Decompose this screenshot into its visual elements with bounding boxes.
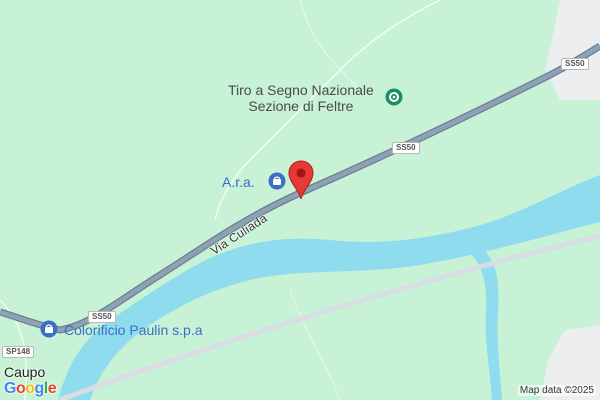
logo-letter: o: [15, 380, 26, 397]
map-attribution[interactable]: Map data ©2025: [517, 385, 596, 396]
logo-letter: e: [47, 380, 57, 397]
logo-letter: o: [25, 380, 35, 397]
poi-tiro-a-segno-label[interactable]: Tiro a Segno Nazionale Sezione di Feltre: [228, 82, 374, 114]
map-canvas[interactable]: Tiro a Segno Nazionale Sezione di Feltre…: [0, 0, 600, 400]
road-shield-ss50: SS50: [561, 58, 589, 70]
poi-tiro-a-segno-line2: Sezione di Feltre: [248, 98, 354, 114]
poi-ara-label[interactable]: A.r.a.: [222, 174, 255, 190]
location-pin-icon[interactable]: [287, 160, 315, 205]
poi-tiro-a-segno-line1: Tiro a Segno Nazionale: [228, 82, 374, 98]
shopping-bag-icon[interactable]: [40, 320, 58, 343]
shopping-bag-icon[interactable]: [268, 172, 286, 195]
google-logo[interactable]: Google: [4, 380, 57, 398]
recreation-icon[interactable]: [385, 88, 403, 111]
road-shield-sp148: SP148: [2, 346, 35, 358]
town-label-caupo[interactable]: Caupo: [4, 364, 45, 380]
logo-letter: G: [4, 380, 16, 397]
poi-colorificio-label[interactable]: Colorificio Paulin s.p.a: [64, 322, 203, 338]
road-shield-ss50: SS50: [392, 142, 420, 154]
logo-letter: g: [34, 380, 45, 397]
